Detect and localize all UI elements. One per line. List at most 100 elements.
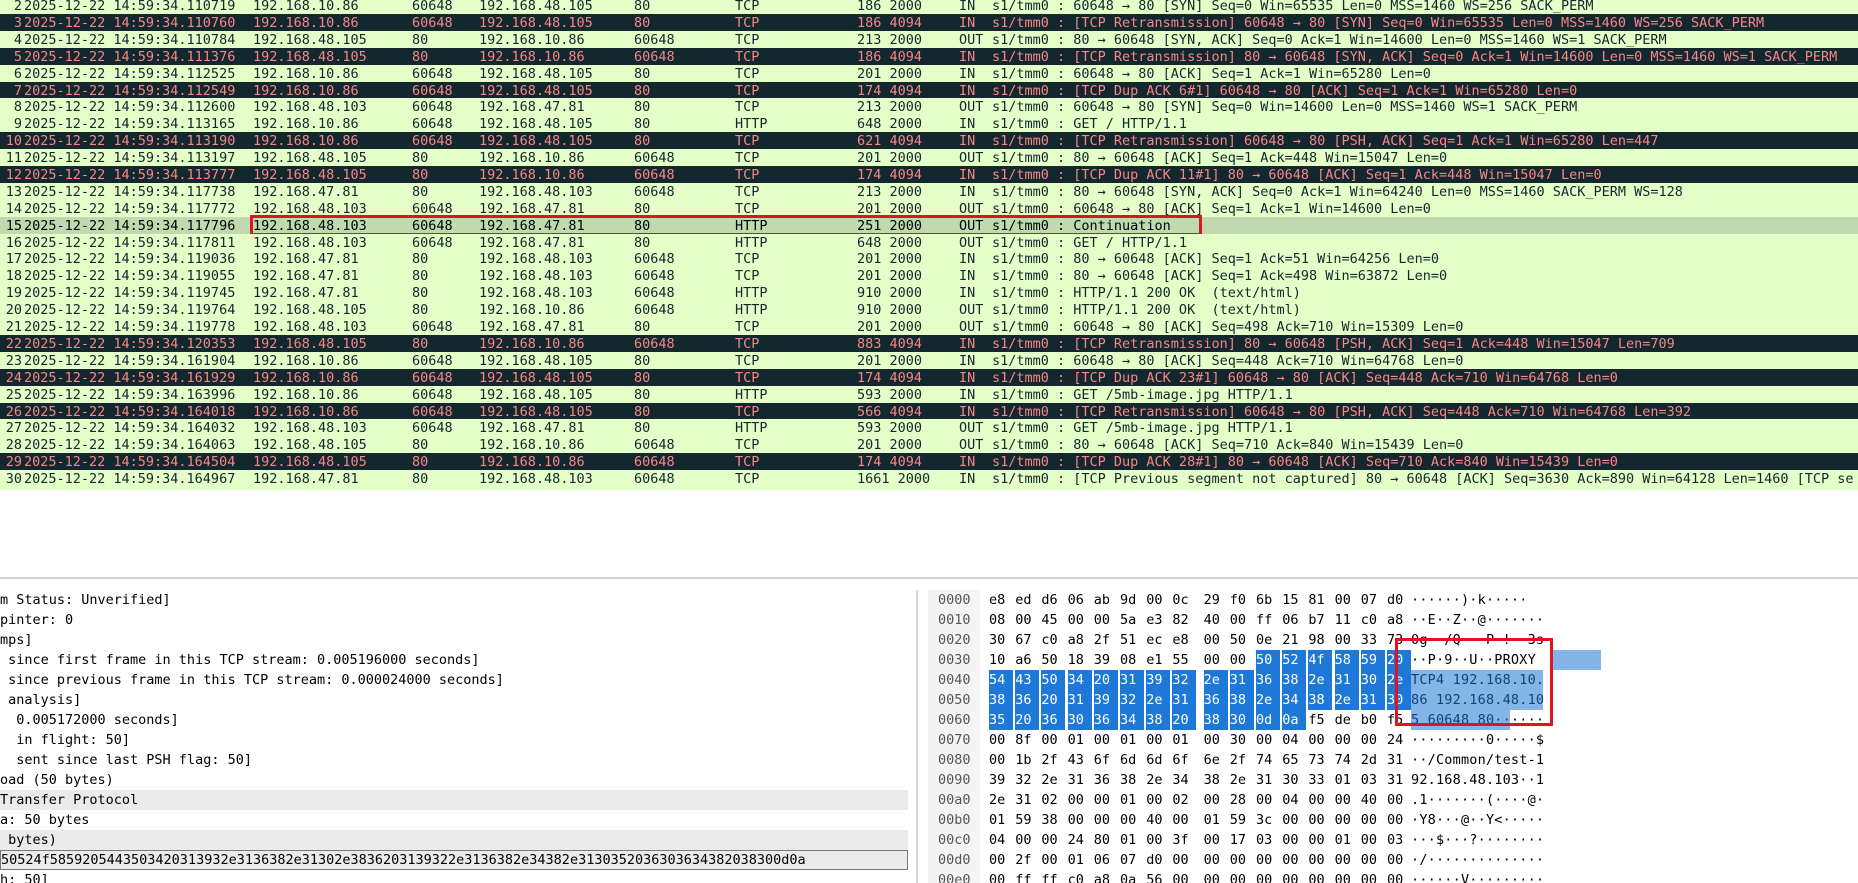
hex-byte[interactable]: 06 <box>1068 590 1092 610</box>
hex-byte[interactable]: b0 <box>1361 710 1385 730</box>
hex-byte[interactable]: 31 <box>1120 670 1144 690</box>
hex-byte[interactable]: 8f <box>1015 730 1039 750</box>
hex-byte[interactable]: 30 <box>1282 770 1306 790</box>
hex-byte[interactable]: 00 <box>1015 830 1039 850</box>
hex-byte[interactable]: f5 <box>1387 710 1411 730</box>
packet-bytes-pane[interactable]: 0000 e8 ed d6 06 ab 9d 00 0c 29 f0 6b 15 81 00 07 d0 ····… <box>928 590 1858 883</box>
hex-byte[interactable]: 31 <box>1068 770 1092 790</box>
hex-byte[interactable]: 00 <box>1041 830 1065 850</box>
hex-byte[interactable]: 34 <box>1067 670 1092 690</box>
hex-byte[interactable]: 00 <box>1204 850 1228 870</box>
hex-byte[interactable]: 2f <box>1041 750 1065 770</box>
hex-byte[interactable]: f5 <box>1308 710 1332 730</box>
hex-byte[interactable]: 00 <box>1146 830 1170 850</box>
detail-line[interactable]: analysis] <box>0 690 908 710</box>
hex-byte[interactable]: c0 <box>1041 630 1065 650</box>
hex-byte[interactable]: 00 <box>989 730 1013 750</box>
hex-byte[interactable]: b7 <box>1308 610 1332 630</box>
hex-byte[interactable]: 00 <box>1172 870 1196 883</box>
hex-byte[interactable]: 00 <box>1041 730 1065 750</box>
hex-byte[interactable]: 73 <box>1387 630 1411 650</box>
hex-byte[interactable]: 34 <box>1282 690 1307 710</box>
hex-byte[interactable]: 2f <box>1094 630 1118 650</box>
hex-byte[interactable]: 00 <box>1094 610 1118 630</box>
hex-byte[interactable]: 36 <box>1041 710 1066 730</box>
hex-byte[interactable]: 36 <box>1203 690 1228 710</box>
hex-byte[interactable]: a8 <box>1068 630 1092 650</box>
hex-byte[interactable]: 08 <box>1120 650 1144 670</box>
hex-byte[interactable]: 00 <box>1041 850 1065 870</box>
bytes-row[interactable]: 0070 00 8f 00 01 00 01 00 01 00 30 00 04 00 00 00 24 ····… <box>928 730 1858 750</box>
hex-byte[interactable]: 56 <box>1146 870 1170 883</box>
hex-byte[interactable]: 55 <box>1172 650 1196 670</box>
hex-byte[interactable]: 17 <box>1230 830 1254 850</box>
hex-byte[interactable]: 00 <box>1068 810 1092 830</box>
hex-byte[interactable]: 15 <box>1282 590 1306 610</box>
hex-byte[interactable]: a6 <box>1015 650 1039 670</box>
detail-line[interactable]: m Status: Unverified] <box>0 590 908 610</box>
hex-byte[interactable]: 00 <box>1068 790 1092 810</box>
bytes-row[interactable]: 0030 10 a6 50 18 39 08 e1 55 00 00 50 52 4f 58 59 20 ··P·… <box>928 650 1858 670</box>
hex-byte[interactable]: 00 <box>1335 850 1359 870</box>
hex-byte[interactable]: 33 <box>1308 770 1332 790</box>
hex-byte[interactable]: 00 <box>989 850 1013 870</box>
hex-byte[interactable]: 31 <box>1387 770 1411 790</box>
hex-byte[interactable]: 20 <box>1015 710 1040 730</box>
hex-byte[interactable]: 50 <box>1041 670 1066 690</box>
hex-byte[interactable]: 74 <box>1335 750 1359 770</box>
hex-byte[interactable]: 03 <box>1387 830 1411 850</box>
hex-byte[interactable]: 6f <box>1094 750 1118 770</box>
detail-line[interactable]: sent since last PSH flag: 50] <box>0 750 908 770</box>
bytes-row[interactable]: 004054435034203139322e3136382e31302eTCP4… <box>928 670 1858 690</box>
hex-byte[interactable]: 6e <box>1204 750 1228 770</box>
hex-byte[interactable]: 58 <box>1334 650 1359 670</box>
hex-byte[interactable]: 31 <box>1387 750 1411 770</box>
hex-byte[interactable]: 38 <box>1308 690 1333 710</box>
hex-byte[interactable]: 3f <box>1172 830 1196 850</box>
hex-byte[interactable]: 00 <box>1282 810 1306 830</box>
hex-byte[interactable]: 34 <box>1172 770 1196 790</box>
hex-byte[interactable]: 28 <box>1230 790 1254 810</box>
hex-byte[interactable]: 00 <box>1308 790 1332 810</box>
hex-byte[interactable]: 6f <box>1172 750 1196 770</box>
hex-byte[interactable]: 38 <box>1204 770 1228 790</box>
detail-line-selected[interactable]: 50524f5859205443503420313932e3136382e313… <box>0 850 908 870</box>
hex-byte[interactable]: 30 <box>989 630 1013 650</box>
hex-byte[interactable]: 2e <box>1256 690 1280 710</box>
bytes-row[interactable]: 00b0 01 59 38 00 00 00 40 00 01 59 3c 00 00 00 00 00 ·Y8·… <box>928 810 1858 830</box>
hex-byte[interactable]: 2e <box>989 790 1013 810</box>
hex-byte[interactable]: 36 <box>1015 690 1040 710</box>
hex-byte[interactable]: 45 <box>1041 610 1065 630</box>
hex-byte[interactable]: 50 <box>1041 650 1065 670</box>
hex-byte[interactable]: 38 <box>1146 710 1171 730</box>
hex-byte[interactable]: 98 <box>1308 630 1332 650</box>
bytes-row[interactable]: 0080 00 1b 2f 43 6f 6d 6d 6f 6e 2f 74 65 73 74 2d 31 ··/C… <box>928 750 1858 770</box>
hex-byte[interactable]: 00 <box>1387 850 1411 870</box>
hex-byte[interactable]: 00 <box>1335 810 1359 830</box>
hex-byte[interactable]: 04 <box>1282 790 1306 810</box>
hex-byte[interactable]: 00 <box>1068 610 1092 630</box>
hex-byte[interactable]: 07 <box>1120 850 1144 870</box>
hex-byte[interactable]: 02 <box>1172 790 1196 810</box>
hex-byte[interactable]: 65 <box>1282 750 1306 770</box>
hex-byte[interactable]: 34 <box>1120 710 1144 730</box>
hex-byte[interactable]: 6d <box>1120 750 1144 770</box>
hex-byte[interactable]: 31 <box>1172 690 1197 710</box>
hex-byte[interactable]: 00 <box>1256 870 1280 883</box>
hex-byte[interactable]: 01 <box>1335 770 1359 790</box>
hex-byte[interactable]: 00 <box>1146 590 1170 610</box>
hex-byte[interactable]: 31 <box>1229 670 1254 690</box>
packet-details-pane[interactable]: m Status: Unverified] pinter: 0 mps] since… <box>0 590 908 883</box>
hex-byte[interactable]: 00 <box>1230 850 1254 870</box>
hex-byte[interactable]: 00 <box>1015 610 1039 630</box>
hex-byte[interactable]: 30 <box>1230 730 1254 750</box>
hex-byte[interactable]: 2d <box>1361 750 1385 770</box>
hex-byte[interactable]: 36 <box>1094 770 1118 790</box>
hex-byte[interactable]: f0 <box>1230 590 1254 610</box>
hex-byte[interactable]: 00 <box>1230 610 1254 630</box>
hex-byte[interactable]: 31 <box>1015 790 1039 810</box>
hex-byte[interactable]: ff <box>1015 870 1039 883</box>
hex-byte[interactable]: 31 <box>1334 670 1359 690</box>
hex-byte[interactable]: 00 <box>1387 810 1411 830</box>
hex-byte[interactable]: 00 <box>1282 850 1306 870</box>
